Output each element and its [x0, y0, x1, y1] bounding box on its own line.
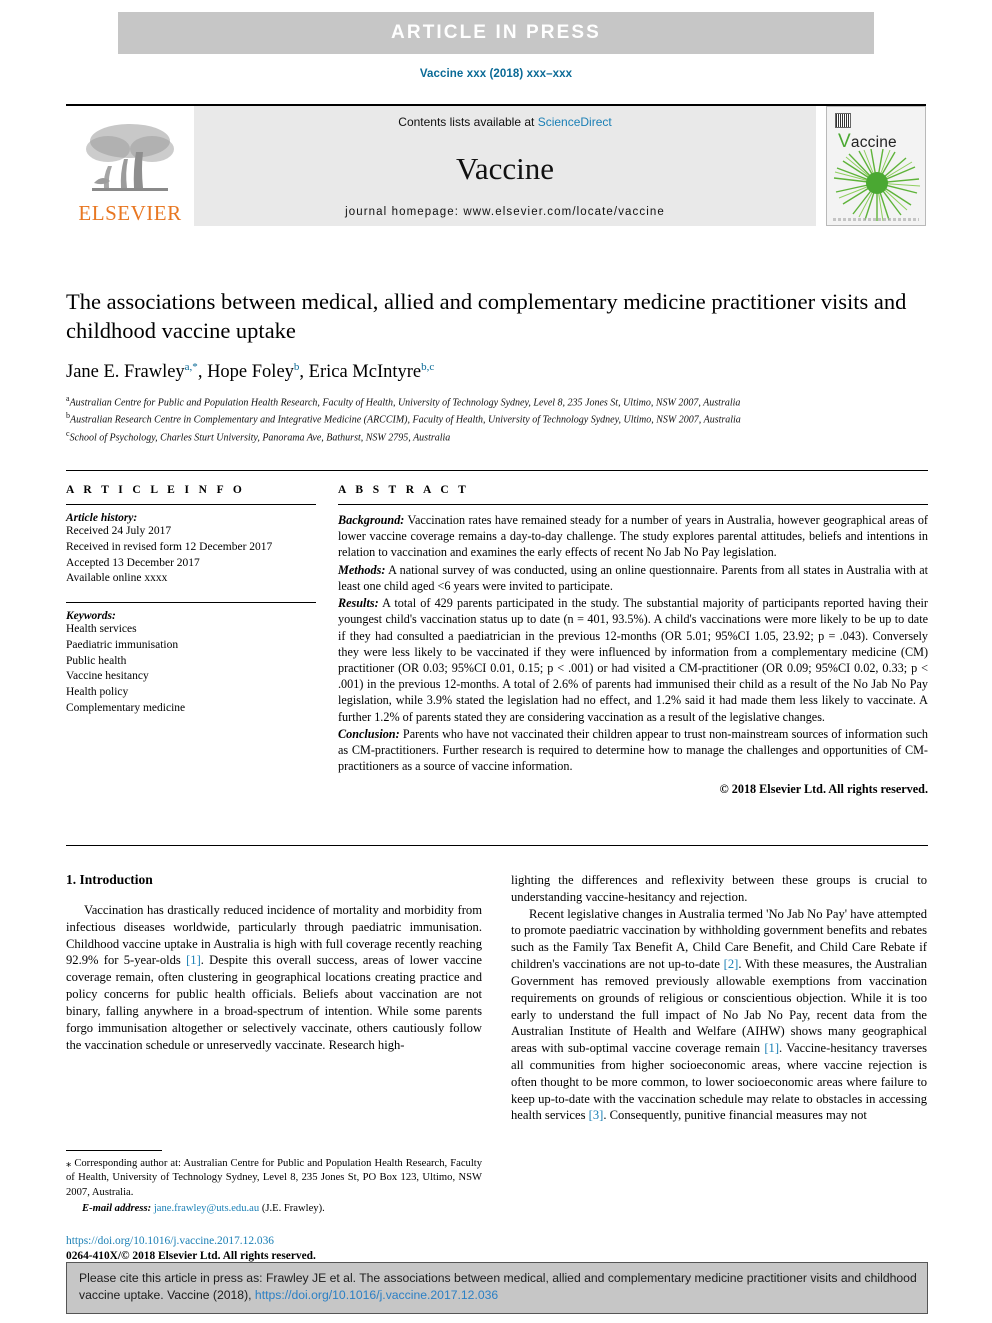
intro-text-part: . Despite this overall success, areas of…	[66, 953, 482, 1052]
affiliation-text: School of Psychology, Charles Sturt Univ…	[69, 432, 451, 444]
keywords-rule	[66, 602, 316, 603]
article-history-item: Accepted 13 December 2017	[66, 556, 200, 569]
affiliation-item: bAustralian Research Centre in Complemen…	[66, 410, 928, 428]
abstract-section-label: Background:	[338, 513, 405, 527]
info-abstract-region: A R T I C L E I N F O Article history: R…	[66, 484, 928, 797]
running-head-citation: Vaccine xxx (2018) xxx–xxx	[419, 68, 573, 80]
article-history-label: Article history:	[66, 512, 138, 524]
abstract-section-label: Methods:	[338, 562, 386, 577]
article-history-item: Received in revised form 12 December 201…	[66, 540, 273, 553]
keyword-item: Paediatric immunisation	[66, 638, 179, 651]
elsevier-wordmark: ELSEVIER	[78, 201, 182, 225]
barcode-icon	[835, 113, 851, 128]
author-name: Erica McIntyre	[308, 361, 422, 382]
author-separator: ,	[197, 361, 208, 382]
cover-caption-line	[833, 218, 919, 221]
doi-link[interactable]: https://doi.org/10.1016/j.vaccine.2017.1…	[66, 1234, 316, 1249]
abstract-heading: A B S T R A C T	[338, 484, 470, 496]
author-separator: ,	[299, 361, 309, 382]
doi-issn-block: https://doi.org/10.1016/j.vaccine.2017.1…	[66, 1234, 316, 1264]
cite-this-article-box: Please cite this article in press as: Fr…	[66, 1262, 928, 1314]
author-list: Jane E. Frawleya,*, Hope Foleyb, Erica M…	[66, 360, 928, 384]
contents-available-line: Contents lists available at ScienceDirec…	[398, 115, 611, 129]
body-column-left: 1. Introduction Vaccination has drastica…	[66, 872, 482, 1214]
email-owner: (J.E. Frawley).	[259, 1202, 325, 1214]
sciencedirect-link[interactable]: ScienceDirect	[538, 115, 612, 129]
section-heading-introduction: 1. Introduction	[66, 872, 153, 887]
divider-above-abstract	[66, 470, 928, 471]
abstract-section-text: Parents who have not vaccinated their ch…	[338, 726, 928, 774]
journal-cover-thumbnail: Vaccine	[826, 106, 926, 226]
virus-illustration-icon	[833, 149, 921, 221]
intro-paragraph-right: Recent legislative changes in Australia …	[511, 906, 927, 1125]
email-label: E-mail address:	[82, 1202, 152, 1214]
affiliation-item: cSchool of Psychology, Charles Sturt Uni…	[66, 428, 928, 446]
elsevier-tree-icon	[86, 124, 174, 191]
affiliation-list: aAustralian Centre for Public and Popula…	[66, 393, 928, 446]
keywords-list: Health services Paediatric immunisation …	[66, 622, 316, 717]
abstract-section: Methods: A national survey of was conduc…	[338, 562, 928, 594]
abstract-rule	[338, 504, 928, 505]
article-info-column: A R T I C L E I N F O Article history: R…	[66, 484, 316, 797]
keyword-item: Public health	[66, 654, 127, 667]
article-history-item: Available online xxxx	[66, 572, 168, 585]
abstract-section: Background: Vaccination rates have remai…	[338, 512, 928, 561]
masthead-center: Contents lists available at ScienceDirec…	[194, 106, 816, 226]
corresponding-author-text: Corresponding author at: Australian Cent…	[66, 1158, 482, 1198]
article-page: ARTICLE IN PRESS Vaccine xxx (2018) xxx–…	[0, 0, 992, 1323]
page-title: The associations between medical, allied…	[66, 289, 907, 343]
article-history-item: Received 24 July 2017	[66, 525, 172, 537]
intro-text-part: . Consequently, punitive financial measu…	[603, 1108, 867, 1123]
cite-doi-link[interactable]: https://doi.org/10.1016/j.vaccine.2017.1…	[255, 1288, 498, 1302]
footnote-block: ⁎ Corresponding author at: Australian Ce…	[66, 1150, 482, 1216]
intro-paragraph-left: Vaccination has drastically reduced inci…	[66, 902, 482, 1053]
affiliation-item: aAustralian Centre for Public and Popula…	[66, 393, 928, 411]
body-column-right: lighting the differences and reflexivity…	[511, 872, 927, 1124]
title-block: The associations between medical, allied…	[66, 288, 928, 445]
abstract-column: A B S T R A C T Background: Vaccination …	[338, 484, 928, 797]
author-name: Hope Foley	[207, 361, 294, 382]
citation-ref-1[interactable]: [1]	[764, 1041, 779, 1055]
citation-ref-1[interactable]: [1]	[186, 953, 201, 967]
journal-title: Vaccine	[455, 151, 555, 186]
cite-this-article-text: Please cite this article in press as: Fr…	[79, 1270, 917, 1305]
journal-homepage-line[interactable]: journal homepage: www.elsevier.com/locat…	[345, 206, 665, 218]
corresponding-author-note: ⁎ Corresponding author at: Australian Ce…	[66, 1157, 482, 1200]
body-columns: 1. Introduction Vaccination has drastica…	[66, 872, 928, 1214]
author-name: Jane E. Frawley	[66, 361, 185, 382]
abstract-copyright: © 2018 Elsevier Ltd. All rights reserved…	[719, 781, 928, 796]
footnote-rule	[66, 1150, 162, 1151]
article-in-press-banner: ARTICLE IN PRESS	[118, 12, 874, 54]
journal-masthead: ELSEVIER Contents lists available at Sci…	[66, 104, 926, 228]
keywords-label: Keywords:	[66, 610, 116, 622]
keyword-item: Vaccine hesitancy	[66, 670, 149, 683]
citation-ref-2[interactable]: [2]	[724, 957, 739, 971]
article-in-press-label: ARTICLE IN PRESS	[391, 22, 601, 43]
intro-paragraph-right-continued: lighting the differences and reflexivity…	[511, 873, 927, 904]
email-note: E-mail address: jane.frawley@uts.edu.au …	[66, 1202, 482, 1216]
abstract-section-text: A national survey of was conducted, usin…	[338, 562, 928, 593]
abstract-section-text: A total of 429 parents participated in t…	[338, 596, 928, 724]
affiliation-text: Australian Research Centre in Complement…	[70, 414, 741, 426]
email-link[interactable]: jane.frawley@uts.edu.au	[154, 1203, 259, 1214]
keyword-item: Health services	[66, 623, 137, 635]
abstract-section-text: Vaccination rates have remained steady f…	[338, 513, 928, 560]
author-affiliation-marks: a,*	[184, 360, 198, 373]
abstract-section: Conclusion: Parents who have not vaccina…	[338, 726, 928, 775]
divider-below-abstract	[66, 845, 928, 846]
citation-ref-3[interactable]: [3]	[589, 1108, 604, 1122]
abstract-section-label: Results:	[338, 596, 379, 611]
article-info-rule	[66, 504, 316, 505]
keyword-item: Complementary medicine	[66, 701, 186, 714]
abstract-section-label: Conclusion:	[338, 726, 400, 741]
abstract-section: Results: A total of 429 parents particip…	[338, 595, 928, 725]
contents-prefix: Contents lists available at	[398, 115, 538, 129]
affiliation-text: Australian Centre for Public and Populat…	[69, 397, 741, 409]
keyword-item: Health policy	[66, 686, 129, 698]
author-affiliation-marks: b,c	[421, 360, 435, 373]
elsevier-logo: ELSEVIER	[66, 106, 194, 226]
article-info-heading: A R T I C L E I N F O	[66, 484, 246, 496]
